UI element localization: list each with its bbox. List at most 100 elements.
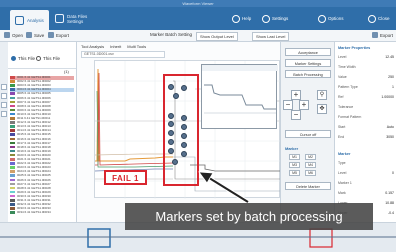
tab-inherit[interactable]: Inherit (110, 44, 121, 49)
acceptance-button[interactable]: Acceptance (285, 48, 331, 56)
list-item[interactable]: 0025 6.41 GETS1.0D025 (10, 174, 74, 178)
tool-button[interactable] (1, 102, 7, 108)
output-level-combo[interactable]: Show Output Level (196, 32, 238, 41)
tool-button[interactable] (1, 93, 7, 99)
tab-tool-analysis[interactable]: Tool Analysis (81, 44, 104, 49)
list-item[interactable]: 0005 6.41 GETS1.0D005 (10, 92, 74, 96)
property-value[interactable]: 1 (392, 84, 394, 90)
delete-marker-button[interactable]: Delete Marker (285, 182, 331, 190)
options-button[interactable]: Options (318, 13, 344, 24)
tool-button[interactable] (1, 111, 7, 117)
color-swatch (10, 170, 15, 173)
open-button[interactable]: Open (4, 32, 23, 38)
filter-option[interactable]: This File (36, 56, 60, 61)
last-level-combo[interactable]: Show Last Level (252, 32, 290, 41)
marker-button-m3[interactable]: M3 (289, 162, 300, 168)
list-item[interactable]: 0032 6.41 GETS1.0D032 (10, 203, 74, 207)
property-value[interactable]: 1.00000 (381, 94, 394, 100)
list-item[interactable]: 0003 6.41 GETS1.0D003 (10, 84, 74, 88)
property-value[interactable]: 10.88 (385, 200, 394, 206)
zoom-out-button[interactable]: − (283, 100, 293, 110)
zoom-in-button[interactable]: + (299, 100, 309, 110)
open-label: Open (12, 32, 24, 38)
list-item[interactable]: 0034 6.41 GETS1.0D034 (10, 211, 74, 215)
list-item[interactable]: 0010 6.41 GETS1.0D010 (10, 112, 74, 117)
color-swatch (10, 203, 15, 206)
list-item[interactable]: 0019 6.41 GETS1.0D019 (10, 149, 74, 154)
property-value[interactable]: -0.4 (388, 210, 394, 216)
list-item[interactable]: 0027 6.41 GETS1.0D027 (10, 182, 74, 187)
marker-settings-button[interactable]: Marker Settings (285, 59, 331, 67)
tab-data-files[interactable]: Data Files Settings (50, 10, 92, 27)
list-item[interactable]: 0028 6.41 GETS1.0D028 (10, 186, 74, 191)
list-item[interactable]: 0002 6.41 GETS1.0D002 (10, 80, 74, 84)
list-item[interactable]: 0020 6.41 GETS1.0D020 (10, 153, 74, 158)
list-item[interactable]: 0012 6.41 GETS1.0D012 (10, 121, 74, 125)
property-value[interactable]: 250 (388, 74, 394, 80)
property-value[interactable]: 0.157 (385, 190, 394, 196)
list-item[interactable]: 0015 6.41 GETS1.0D015 (10, 133, 74, 137)
list-item[interactable]: 0030 6.41 GETS1.0D030 (10, 194, 74, 199)
save-button[interactable]: Save (26, 32, 44, 38)
batch-processing-button[interactable]: Batch Processing (285, 70, 331, 78)
list-item[interactable]: 0011 6.41 GETS1.0D011 (10, 117, 74, 121)
list-item[interactable]: 0006 6.41 GETS1.0D006 (10, 96, 74, 101)
list-item[interactable]: 0001 6.41 GETS1.0D001 (10, 76, 74, 80)
list-item-label: 0022 6.41 GETS1.0D022 (17, 162, 51, 166)
help-button[interactable]: Help (232, 13, 251, 24)
zoom-in-button[interactable]: + (291, 90, 301, 100)
list-item[interactable]: 0016 6.41 GETS1.0D016 (10, 137, 74, 142)
pan-icon[interactable]: ✥ (317, 104, 327, 114)
list-item[interactable]: 0008 6.41 GETS1.0D008 (10, 104, 74, 109)
radio-icon (11, 56, 16, 61)
marker-button-m2[interactable]: M2 (305, 154, 316, 160)
list-item[interactable]: 0031 6.41 GETS1.0D031 (10, 199, 74, 203)
marker-button-m1[interactable]: M1 (289, 154, 300, 160)
list-item[interactable]: 0021 6.41 GETS1.0D021 (10, 158, 74, 162)
tab-analysis[interactable]: Analysis (10, 10, 49, 30)
list-item[interactable]: 0033 6.41 GETS1.0D033 (10, 207, 74, 211)
property-row: Level 0 (338, 170, 394, 176)
caption-banner: Markers set by batch processing (125, 203, 373, 230)
property-value[interactable]: 12.45 (385, 54, 394, 60)
file-path-field[interactable]: GETS1.0D001.csv (81, 51, 165, 58)
marker-button-m4[interactable]: M4 (305, 162, 316, 168)
list-item[interactable]: 0014 6.41 GETS1.0D014 (10, 129, 74, 133)
close-button[interactable]: Close (368, 13, 390, 24)
marker-button-m6[interactable]: M6 (305, 170, 316, 176)
tab-multi-tools[interactable]: Multi Tools (127, 44, 146, 49)
property-label: Format Pattern (338, 115, 362, 119)
marker-button-m5[interactable]: M5 (289, 170, 300, 176)
list-item-label: 0014 6.41 GETS1.0D014 (17, 129, 51, 133)
filter-option[interactable]: This File (11, 56, 35, 61)
property-value[interactable]: Auto (387, 124, 394, 130)
list-item[interactable]: 0013 6.41 GETS1.0D013 (10, 125, 74, 129)
list-item-label: 0019 6.41 GETS1.0D019 (17, 149, 51, 153)
list-item[interactable]: 0004 6.41 GETS1.0D004 (10, 88, 74, 92)
export-right-button[interactable]: Export (372, 32, 393, 38)
zoom-out-button[interactable]: − (291, 110, 301, 120)
property-value[interactable]: 3050 (386, 134, 394, 140)
list-item[interactable]: 0007 6.41 GETS1.0D007 (10, 100, 74, 105)
color-swatch (10, 178, 15, 182)
zoom-inset (201, 64, 278, 129)
tool-button[interactable] (1, 84, 7, 90)
list-item-label: 0016 6.41 GETS1.0D016 (17, 137, 51, 141)
list-item[interactable]: 0017 6.41 GETS1.0D017 (10, 141, 74, 146)
list-item-label: 0009 6.41 GETS1.0D009 (17, 108, 51, 112)
list-item[interactable]: 0009 6.41 GETS1.0D009 (10, 108, 74, 113)
cursor-off-button[interactable]: Cursor off (285, 130, 331, 138)
list-item[interactable]: 0023 6.41 GETS1.0D023 (10, 166, 74, 170)
list-item[interactable]: 0024 6.41 GETS1.0D024 (10, 170, 74, 174)
window-title: Waveform Viewer (182, 1, 214, 6)
properties-title: Marker Properties (338, 46, 371, 50)
list-item[interactable]: 0026 6.41 GETS1.0D026 (10, 178, 74, 183)
list-item[interactable]: 0029 6.41 GETS1.0D029 (10, 190, 74, 195)
settings-button[interactable]: Settings (262, 13, 288, 24)
list-item[interactable]: 0018 6.41 GETS1.0D018 (10, 145, 74, 150)
save-icon (26, 32, 32, 38)
search-icon[interactable]: ⚲ (317, 90, 327, 100)
export-button[interactable]: Export (48, 32, 69, 38)
list-item[interactable]: 0022 6.41 GETS1.0D022 (10, 162, 74, 166)
property-value[interactable]: 0 (392, 170, 394, 176)
